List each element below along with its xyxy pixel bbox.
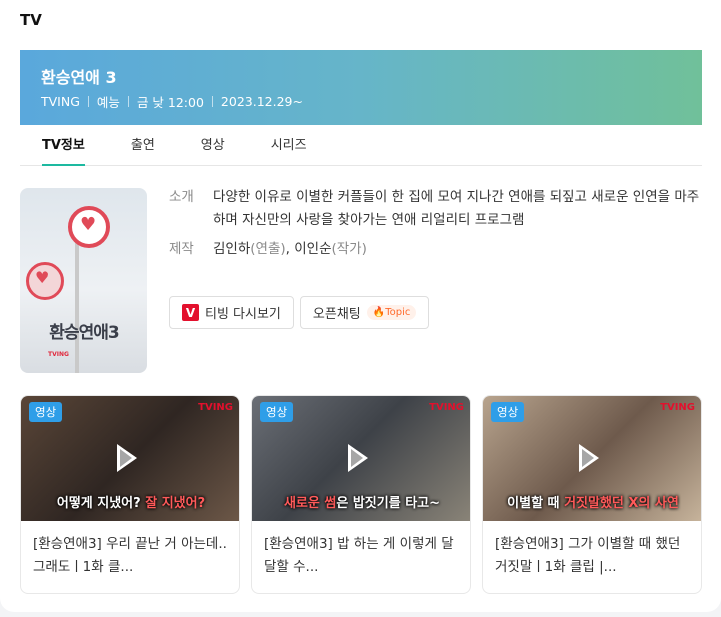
video-caption: 이별할 때 거짓말했던 X의 사연 [483, 492, 701, 511]
intro-label: 소개 [169, 189, 194, 205]
production-credits: 김인하(연출), 이인순(작가) [213, 238, 367, 261]
tab-bar: TV정보 출연 영상 시리즈 [20, 125, 702, 166]
section-title: TV [20, 11, 42, 29]
play-icon [348, 444, 368, 472]
show-info: 소개 다양한 이유로 이별한 커플들이 한 집에 모여 지나간 연애를 되짚고 … [169, 186, 701, 261]
meta-divider [87, 96, 89, 107]
show-poster[interactable]: ♥ ♥ 환승연애3 TVING [20, 188, 147, 373]
video-badge: 영상 [260, 402, 294, 422]
tving-watermark: TVING [198, 402, 233, 413]
tab-video[interactable]: 영상 [201, 125, 239, 165]
video-card[interactable]: 영상 TVING 새로운 썸은 밥짓기를 타고~ [환승연애3] 밥 하는 게 … [251, 395, 471, 594]
tving-rewatch-button[interactable]: V 티빙 다시보기 [169, 296, 294, 329]
credits-separator: , [285, 241, 295, 257]
tv-info-card: TV 환승연애 3 TVING 예능 금 낮 12:00 2023.12.29~… [0, 0, 721, 612]
director-name[interactable]: 김인하 [213, 241, 250, 257]
show-meta: TVING 예능 금 낮 12:00 2023.12.29~ [41, 92, 303, 111]
meta-divider [211, 96, 213, 107]
tving-watermark: TVING [429, 402, 464, 413]
show-title[interactable]: 환승연애 3 [41, 64, 117, 88]
video-badge: 영상 [29, 402, 63, 422]
play-icon [579, 444, 599, 472]
intro-row: 소개 다양한 이유로 이별한 커플들이 한 집에 모여 지나간 연애를 되짚고 … [169, 186, 701, 232]
video-thumbnail[interactable]: 영상 TVING 어떻게 지냈어? 잘 지냈어? [21, 396, 239, 521]
caption-highlight: 잘 지냈어? [145, 496, 206, 511]
caption-highlight: 새로운 썸 [283, 496, 337, 511]
production-label: 제작 [169, 241, 194, 257]
caption-text: 은 밥짓기를 타고~ [336, 496, 441, 511]
meta-divider [127, 96, 129, 107]
caption-text: 이별할 때 [507, 496, 565, 511]
action-buttons: V 티빙 다시보기 오픈채팅 🔥Topic [169, 296, 430, 329]
video-title[interactable]: [환승연애3] 그가 이별할 때 했던 거짓말ㅣ1화 클립 |... [483, 521, 701, 593]
writer-name[interactable]: 이인순 [294, 241, 331, 257]
video-card[interactable]: 영상 TVING 어떻게 지냈어? 잘 지냈어? [환승연애3] 우리 끝난 거… [20, 395, 240, 594]
show-airtime: 금 낮 12:00 [136, 95, 204, 110]
play-icon [117, 444, 137, 472]
video-list: 영상 TVING 어떻게 지냈어? 잘 지냈어? [환승연애3] 우리 끝난 거… [20, 395, 702, 594]
video-thumbnail[interactable]: 영상 TVING 새로운 썸은 밥짓기를 타고~ [252, 396, 470, 521]
show-channel[interactable]: TVING [41, 94, 80, 109]
video-thumbnail[interactable]: 영상 TVING 이별할 때 거짓말했던 X의 사연 [483, 396, 701, 521]
tving-logo-icon: V [182, 304, 199, 321]
video-caption: 새로운 썸은 밥짓기를 타고~ [252, 492, 470, 511]
open-chat-label: 오픈채팅 [312, 307, 361, 322]
show-banner[interactable]: 환승연애 3 TVING 예능 금 낮 12:00 2023.12.29~ [20, 50, 702, 125]
caption-tail: 했던 X의 사연 [599, 496, 679, 511]
writer-role: (작가) [331, 241, 367, 257]
video-card[interactable]: 영상 TVING 이별할 때 거짓말했던 X의 사연 [환승연애3] 그가 이별… [482, 395, 702, 594]
show-airdate: 2023.12.29~ [220, 94, 303, 109]
video-caption: 어떻게 지냈어? 잘 지냈어? [21, 492, 239, 511]
show-genre: 예능 [96, 95, 120, 110]
poster-pole [75, 228, 79, 373]
tab-series[interactable]: 시리즈 [271, 125, 321, 165]
caption-highlight: 거짓말 [564, 496, 600, 511]
tab-tv-info[interactable]: TV정보 [42, 125, 99, 166]
heart-icon: ♥ [35, 268, 50, 287]
video-badge: 영상 [491, 402, 525, 422]
rewatch-label: 티빙 다시보기 [205, 307, 281, 322]
video-title[interactable]: [환승연애3] 우리 끝난 거 아는데.. 그래도ㅣ1화 클... [21, 521, 239, 593]
poster-brand: TVING [48, 351, 69, 358]
open-chat-button[interactable]: 오픈채팅 🔥Topic [299, 296, 430, 329]
tving-watermark: TVING [660, 402, 695, 413]
poster-title: 환승연애3 [49, 323, 119, 343]
topic-badge: 🔥Topic [366, 305, 417, 320]
intro-text: 다양한 이유로 이별한 커플들이 한 집에 모여 지나간 연애를 되짚고 새로운… [213, 189, 700, 228]
heart-icon: ♥ [80, 214, 97, 235]
production-row: 제작 김인하(연출), 이인순(작가) [169, 238, 701, 261]
caption-text: 어떻게 지냈어? [56, 496, 146, 511]
director-role: (연출) [250, 241, 286, 257]
video-title[interactable]: [환승연애3] 밥 하는 게 이렇게 달달할 수... [252, 521, 470, 593]
tab-cast[interactable]: 출연 [131, 125, 169, 165]
